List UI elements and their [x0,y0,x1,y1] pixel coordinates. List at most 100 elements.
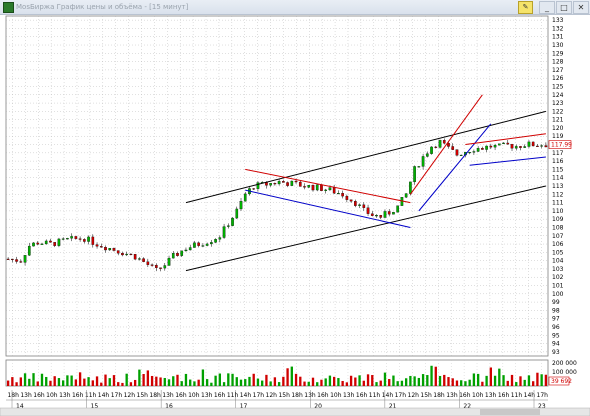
volume-bar [133,379,137,386]
candle-body [536,145,539,147]
y-tick-label: 99 [552,299,560,306]
candle-body [180,250,184,256]
x-hour-label: 13h [20,392,32,399]
volume-bar [481,381,484,386]
volume-bar [354,377,357,386]
y-tick-label: 104 [552,258,564,265]
volume-bar [303,381,306,386]
candle-body [409,181,412,194]
candle-body [404,193,408,198]
candle-body [138,258,141,260]
candle-body [74,236,78,239]
candle-body [337,193,340,195]
volume-bar [362,380,365,386]
volume-bar [417,377,421,386]
volume-bar [222,382,226,386]
volume-bar [532,381,535,386]
volume-bar [282,376,285,386]
price-volume-chart[interactable]: 1331321311301291281271261251241231221211… [0,0,590,416]
y-tick-label: 133 [552,17,564,24]
volume-bar [189,379,192,386]
candle-body [472,151,476,153]
volume-bar [112,375,116,386]
candle-body [286,182,289,186]
x-hour-label: 14h [98,392,110,399]
candle-body [468,152,471,154]
candle-body [23,255,27,263]
y-tick-label: 101 [552,283,564,290]
volume-bar [23,373,27,386]
y-tick-label: 109 [552,216,564,223]
candle-body [188,247,192,251]
volume-bar [66,375,69,386]
volume-bar [345,382,349,386]
volume-bar [527,375,531,386]
y-tick-label: 115 [552,166,564,173]
volume-bar [176,374,179,386]
volume-bar [15,382,18,386]
candle-body [49,240,52,243]
volume-bar [451,378,454,386]
volume-bar [218,373,222,386]
candle-body [150,264,154,266]
volume-bar [57,378,61,386]
candle-body [362,204,366,208]
y-tick-label: 98 [552,307,560,314]
candle-body [116,250,120,254]
volume-bar [311,377,315,386]
x-hour-label: 17h [253,392,265,399]
volume-bar [11,377,14,386]
candle-body [277,181,281,185]
x-hour-label: 17h [395,392,407,399]
candle-body [459,154,463,156]
y-tick-label: 97 [552,316,560,323]
candle-body [413,166,416,183]
y-tick-label: 112 [552,191,564,198]
candle-body [324,189,328,191]
candle-body [121,253,124,256]
y-tick-label: 132 [552,25,564,32]
candle-body [523,146,527,148]
candle-body [311,185,315,191]
candle-body [476,148,480,152]
x-hour-label: 16h [214,392,226,399]
x-hour-label: 16h [33,392,45,399]
candle-body [383,211,387,218]
volume-bar [379,380,382,386]
candle-body [235,208,239,219]
candle-body [387,211,391,215]
volume-bar [426,375,429,386]
y-tick-label: 129 [552,50,564,57]
y-tick-label: 116 [552,158,564,165]
candle-body [61,238,65,240]
y-tick-label: 108 [552,224,564,231]
candle-body [519,146,522,148]
volume-bar [510,374,514,386]
y-tick-label: 114 [552,175,564,182]
candle-body [366,207,370,214]
scrollbar-thumb[interactable] [480,409,540,415]
candle-body [544,145,548,148]
volume-bar [434,366,437,386]
candle-body [210,242,213,245]
candle-body [307,185,311,188]
volume-bar [184,373,188,386]
volume-bar [227,373,230,386]
volume-bar [19,377,22,386]
volume-bar [28,378,31,386]
volume-panel [5,359,549,387]
x-hour-label: 16h [498,392,510,399]
volume-bar [320,379,323,386]
volume-bar [443,374,446,386]
candle-body [315,184,319,191]
candle-body [349,199,353,202]
y-tick-label: 113 [552,183,564,190]
x-hour-label: 18h [291,392,303,399]
candle-body [434,146,438,148]
candle-body [497,143,501,146]
candle-body [527,141,531,147]
candle-body [269,183,272,186]
candle-body [205,243,209,246]
x-hour-label: 16h [175,392,187,399]
volume-bar [142,374,145,386]
